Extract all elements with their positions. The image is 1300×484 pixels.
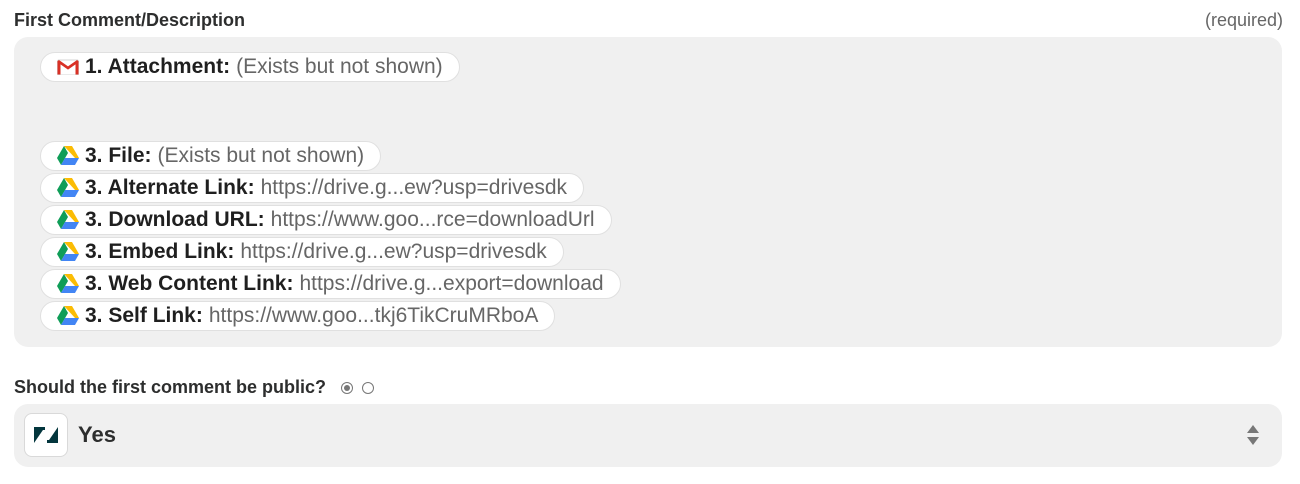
token-value: https://www.goo...rce=downloadUrl [270,208,595,231]
comment-field-label: First Comment/Description [14,10,246,30]
token-key: 3. Alternate Link: [85,176,255,199]
token-pill[interactable]: 3. Alternate Link: https://drive.g...ew?… [40,173,585,203]
token-key: 3. Embed Link: [85,240,235,263]
token-pill[interactable]: 3. Web Content Link: https://drive.g...e… [40,269,621,299]
gmail-icon [57,56,79,78]
radio-on[interactable] [341,382,354,395]
comment-input[interactable]: 1. Attachment: (Exists but not shown) 3.… [14,37,1282,347]
google-drive-icon [57,145,79,167]
select-chevron-icon[interactable] [1246,423,1260,452]
selected-value: Yes [78,422,116,447]
public-field-label: Should the first comment be public? [14,377,375,398]
token-value: https://drive.g...export=download [299,272,604,295]
token-key: 3. Self Link: [85,304,203,327]
public-field-label-text: Should the first comment be public? [14,377,327,397]
token-value: https://www.goo...tkj6TikCruMRboA [208,304,539,327]
radio-off[interactable] [362,382,375,395]
token-pill[interactable]: 3. Self Link: https://www.goo...tkj6TikC… [40,301,556,331]
token-value: (Exists but not shown) [157,144,365,167]
google-drive-icon [57,305,79,327]
token-value: https://drive.g...ew?usp=drivesdk [240,240,547,263]
zendesk-icon [24,413,68,457]
token-value: (Exists but not shown) [236,55,443,78]
token-key: 3. Download URL: [85,208,265,231]
token-pill[interactable]: 1. Attachment: (Exists but not shown) [40,52,460,82]
google-drive-icon [57,273,79,295]
required-indicator: (required) [1204,10,1283,30]
public-select[interactable]: Yes [14,404,1282,467]
token-key: 1. Attachment: [85,55,231,78]
google-drive-icon [57,209,79,231]
token-pill[interactable]: 3. File: (Exists but not shown) [40,141,382,171]
token-pill[interactable]: 3. Embed Link: https://drive.g...ew?usp=… [40,237,564,267]
google-drive-icon [57,241,79,263]
token-key: 3. Web Content Link: [85,272,294,295]
token-value: https://drive.g...ew?usp=drivesdk [260,176,568,199]
token-pill[interactable]: 3. Download URL: https://www.goo...rce=d… [40,205,612,235]
google-drive-icon [57,177,79,199]
token-key: 3. File: [85,144,152,167]
